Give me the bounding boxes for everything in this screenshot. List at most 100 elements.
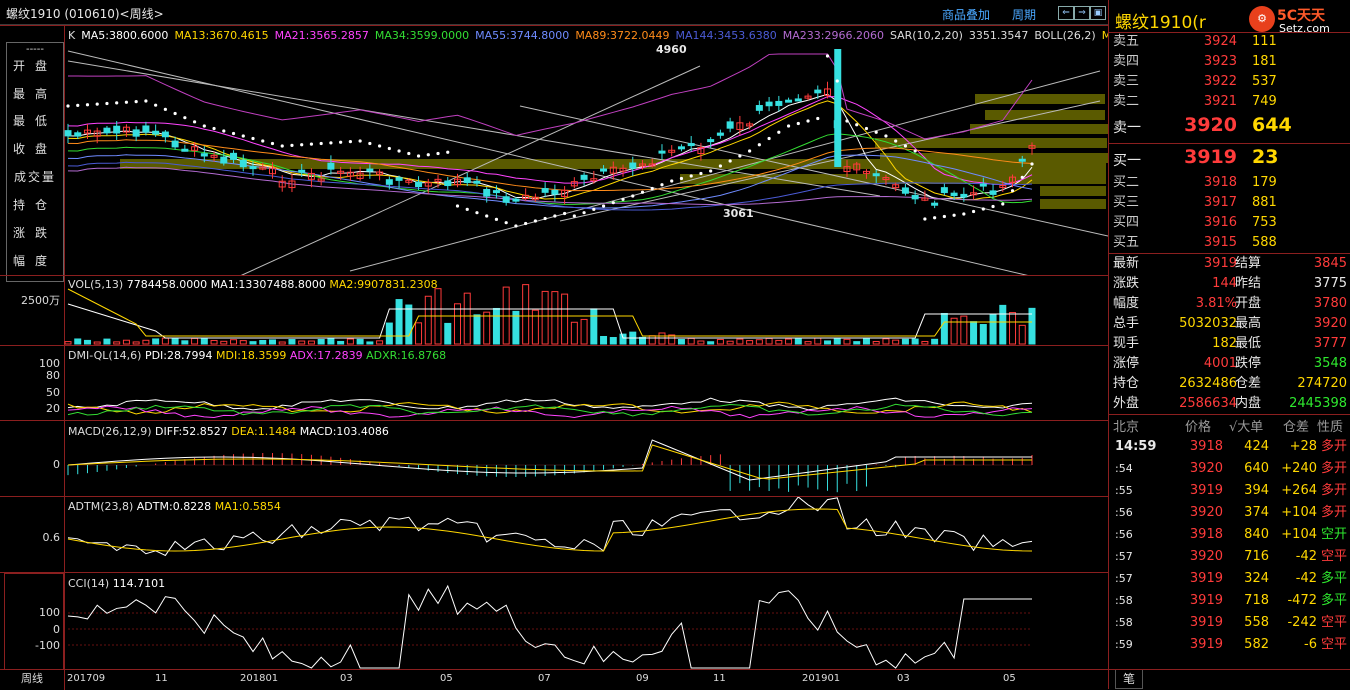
- volume-bar: [697, 340, 705, 345]
- ask-price: 3923: [1203, 54, 1237, 69]
- sar-dot: [524, 221, 528, 226]
- tick-price: 3920: [1189, 505, 1223, 520]
- tick-list[interactable]: 14:59 3918 424 +28 多开:54 3920 640 +240 多开:55 3919…: [1109, 437, 1350, 661]
- dmi-panel[interactable]: 100 80 50 20 DMI-QL(14,6) PDI:28.7994 MD…: [0, 345, 1108, 421]
- bid1-volume: 23: [1252, 146, 1279, 168]
- candle-body: [492, 190, 500, 194]
- bid-label: 买四: [1113, 215, 1140, 230]
- sar-dot: [475, 211, 479, 215]
- volume-bar: [755, 339, 763, 345]
- volume-bar: [288, 339, 296, 345]
- zoom-in-icon[interactable]: ⇒: [1074, 6, 1090, 20]
- sar-dot: [144, 99, 148, 103]
- stat-label: 持仓: [1113, 376, 1140, 391]
- sar-dot: [903, 144, 908, 148]
- tick-price: 3919: [1189, 615, 1223, 630]
- tick-price: 3919: [1189, 593, 1223, 608]
- cci-panel[interactable]: 100 0 -100 CCI(14) 114.7101: [0, 572, 1108, 670]
- sar-dot: [757, 143, 761, 147]
- candle-body: [220, 156, 228, 164]
- candle-body: [716, 132, 724, 136]
- period-label[interactable]: 周线: [0, 670, 65, 690]
- tick-price: 3919: [1189, 571, 1223, 586]
- sar-dot: [300, 143, 304, 147]
- candle-body: [249, 166, 257, 170]
- volume-bar: [463, 292, 471, 345]
- volume-bar: [736, 338, 744, 345]
- ask-price: 3921: [1203, 94, 1237, 109]
- stat-value: 3845: [1313, 256, 1347, 271]
- sar-dot: [514, 224, 518, 228]
- sar-dot: [796, 121, 800, 126]
- moving-average-line: [67, 100, 1033, 201]
- sar-dot: [981, 207, 985, 211]
- sar-dot: [942, 214, 946, 219]
- price-chart-panel[interactable]: K MA5:3800.6000 MA13:3670.4615 MA21:3565.28…: [0, 25, 1111, 276]
- volume-bar: [824, 340, 832, 345]
- sar-dot: [1001, 202, 1005, 206]
- volume-panel[interactable]: 2500万 VOL(5,13) 7784458.0000 MA1:1330748…: [0, 275, 1108, 346]
- tick-oi-change: +104: [1281, 527, 1317, 542]
- volume-bar: [561, 293, 569, 345]
- sar-dot: [134, 100, 138, 104]
- tick-volume: 424: [1244, 439, 1269, 454]
- candle-body: [541, 188, 549, 193]
- th-time: 北京: [1113, 420, 1140, 435]
- sar-dot: [426, 153, 430, 157]
- candle-body: [580, 174, 588, 180]
- tab-ticks[interactable]: 笔: [1115, 670, 1143, 689]
- stats-table: 最新 3919 结算 3845 涨跌 144 昨结 3775 幅度 3.81% 开盘 3780 总手 50…: [1109, 254, 1350, 414]
- diff-line: [67, 439, 1032, 481]
- sar-dot: [913, 149, 917, 153]
- sar-dot: [709, 169, 713, 173]
- cci-line: [67, 584, 1032, 669]
- tick-time: 14:59: [1115, 439, 1157, 454]
- period-button[interactable]: 周期: [1012, 6, 1036, 23]
- sar-dot: [105, 101, 109, 106]
- adtm-panel[interactable]: 0.6 ADTM(23,8) ADTM:0.8228 MA1:0.5854: [0, 496, 1108, 573]
- sar-dot: [319, 141, 323, 146]
- tick-time: :56: [1115, 506, 1133, 519]
- volume-bar: [356, 338, 364, 345]
- sar-dot: [1030, 162, 1034, 166]
- candle-body: [512, 198, 520, 202]
- stat-value: 2586634: [1179, 396, 1237, 411]
- sar-dot: [718, 164, 723, 168]
- sar-dot: [377, 144, 382, 148]
- candle-body: [103, 127, 111, 134]
- volume-bar: [648, 335, 656, 345]
- candle-body: [327, 162, 335, 170]
- tick-price: 3919: [1189, 637, 1223, 652]
- volume-bar: [327, 338, 335, 345]
- stat-value: 274720: [1297, 376, 1347, 391]
- sar-dot: [786, 124, 791, 128]
- volume-bar: [853, 341, 861, 345]
- x-tick: 201709: [67, 673, 106, 684]
- tick-oi-change: +104: [1281, 505, 1317, 520]
- tick-time: :58: [1115, 594, 1133, 607]
- macd-panel[interactable]: 0 MACD(26,12,9) DIFF:52.8527 DEA:1.1484 …: [0, 420, 1108, 497]
- volume-bar: [453, 303, 461, 345]
- adtm-ma-line: [67, 508, 1033, 552]
- ask1-volume: 644: [1252, 114, 1292, 136]
- volume-bar: [531, 309, 539, 345]
- bid-label: 买三: [1113, 195, 1140, 210]
- volume-bar: [716, 338, 724, 345]
- overlay-button[interactable]: 商品叠加: [942, 6, 990, 23]
- restore-icon[interactable]: ▣: [1090, 6, 1106, 20]
- bid-label: 买二: [1113, 175, 1140, 190]
- zoom-out-icon[interactable]: ⇐: [1058, 6, 1074, 20]
- sar-dot: [124, 100, 129, 104]
- volume-bar: [415, 322, 423, 345]
- tick-price: 3919: [1189, 483, 1223, 498]
- stat-label: 幅度: [1113, 296, 1140, 311]
- adtm-line: [67, 497, 1033, 557]
- tick-nature: 空平: [1321, 615, 1348, 630]
- volume-bar: [940, 312, 948, 345]
- bid-volume: 753: [1252, 215, 1277, 230]
- volume-bar: [122, 339, 130, 345]
- high-annotation: 4960: [656, 43, 687, 56]
- tick-volume: 558: [1244, 615, 1269, 630]
- volume-bar: [210, 339, 218, 345]
- candlestick-chart: [64, 49, 1108, 276]
